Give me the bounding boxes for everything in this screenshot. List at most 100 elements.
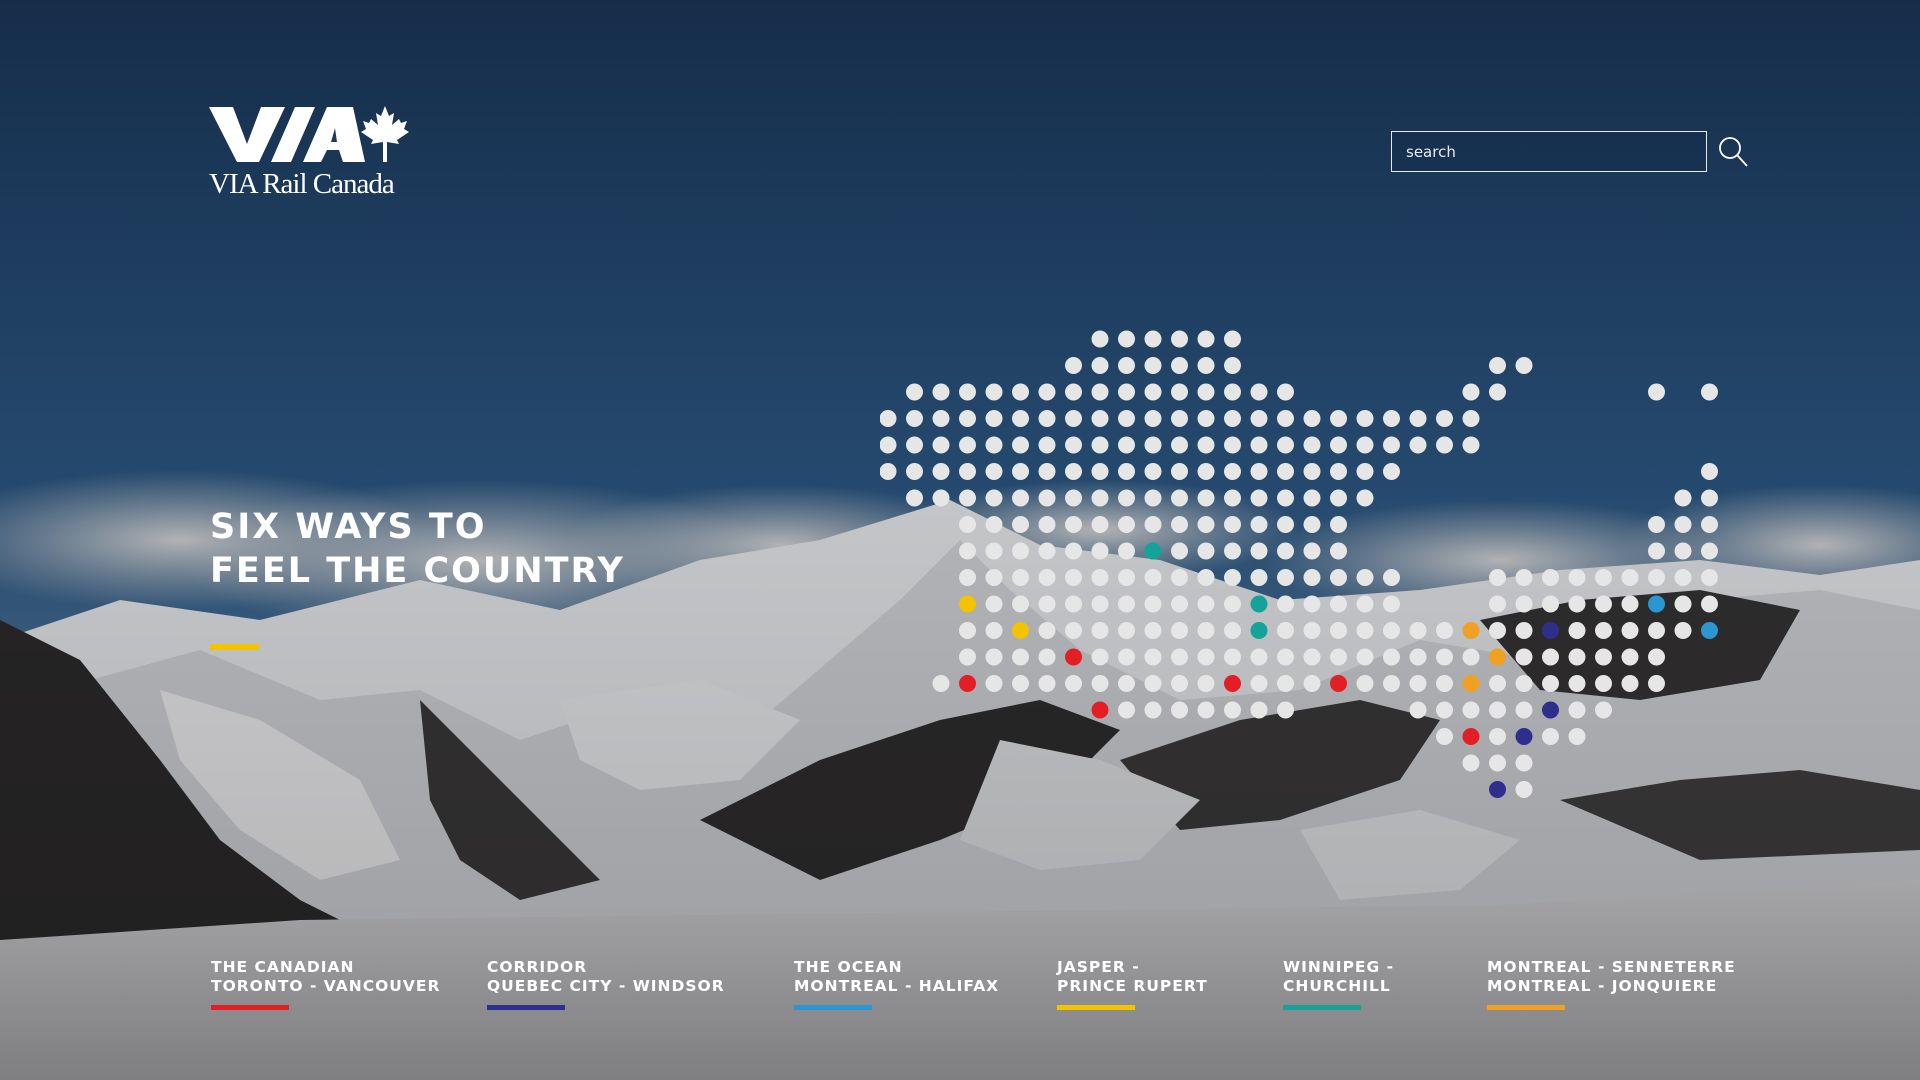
map-dot <box>1224 542 1241 560</box>
map-stop-dot <box>1701 622 1718 639</box>
map-dot <box>1568 648 1586 666</box>
map-dot <box>1277 463 1294 480</box>
map-dot <box>1118 701 1135 719</box>
map-dot <box>1542 595 1559 613</box>
map-dot <box>1038 410 1056 427</box>
map-dot <box>1038 489 1056 507</box>
map-dot <box>1144 436 1162 454</box>
route-winnipeg-churchill[interactable]: WINNIPEG - CHURCHILL <box>1283 958 1394 1010</box>
map-dot <box>1224 622 1241 639</box>
map-dot <box>1409 675 1427 692</box>
map-dot <box>1701 383 1718 401</box>
map-dot <box>1515 569 1533 586</box>
map-dot <box>1383 463 1400 480</box>
map-stop-dot <box>1012 622 1029 639</box>
map-dot <box>1595 595 1612 613</box>
map-dot <box>1012 436 1029 454</box>
map-dot <box>985 516 1003 533</box>
map-dot <box>1462 648 1480 666</box>
map-dot <box>1277 622 1294 639</box>
map-dot <box>1197 622 1215 639</box>
map-dot <box>1409 436 1427 454</box>
map-dot <box>1144 648 1162 666</box>
map-dot <box>1489 728 1506 745</box>
map-dot <box>1674 622 1692 639</box>
map-dot <box>1356 489 1374 507</box>
map-dot <box>1330 542 1347 560</box>
map-dot <box>1383 675 1400 692</box>
map-dot <box>1648 516 1665 533</box>
route-title: THE OCEAN <box>794 958 903 976</box>
map-dot <box>1595 701 1612 719</box>
map-dot <box>1515 675 1533 692</box>
map-dot <box>1197 542 1215 560</box>
map-dot <box>1383 436 1400 454</box>
map-dot <box>1568 569 1586 586</box>
map-dot <box>1144 569 1162 586</box>
map-dot <box>1277 701 1294 719</box>
via-rail-logo[interactable]: VIA Rail Canada <box>209 104 409 200</box>
map-dot <box>1171 357 1188 374</box>
route-subtitle: TORONTO - VANCOUVER <box>211 977 441 995</box>
map-dot <box>1542 569 1559 586</box>
map-dot <box>1144 675 1162 692</box>
route-the-canadian[interactable]: THE CANADIAN TORONTO - VANCOUVER <box>211 958 440 1010</box>
map-dot <box>1171 569 1188 586</box>
map-dot <box>932 436 950 454</box>
map-dot <box>985 648 1003 666</box>
map-dot <box>1012 516 1029 533</box>
map-dot <box>1515 781 1533 798</box>
map-dot <box>1303 410 1321 427</box>
map-dot <box>1489 622 1506 639</box>
hero-headline: SIX WAYS TO FEEL THE COUNTRY <box>210 505 625 593</box>
map-dot <box>1012 383 1029 401</box>
map-dot <box>1303 622 1321 639</box>
map-dot <box>1515 754 1533 772</box>
map-dot <box>1542 675 1559 692</box>
map-dot <box>1303 648 1321 666</box>
map-dot <box>1648 569 1665 586</box>
map-dot <box>1118 383 1135 401</box>
map-dot <box>1515 648 1533 666</box>
map-dot <box>959 622 976 639</box>
map-dot <box>1012 489 1029 507</box>
search-button[interactable] <box>1717 135 1749 169</box>
canada-dot-map <box>880 330 1718 798</box>
map-dot <box>1595 622 1612 639</box>
map-dot <box>1197 410 1215 427</box>
map-dot <box>1091 675 1109 692</box>
route-jasper-prince-rupert[interactable]: JASPER - PRINCE RUPERT <box>1057 958 1208 1010</box>
map-dot <box>1674 542 1692 560</box>
map-dot <box>1065 410 1082 427</box>
headline-accent-bar <box>210 644 259 650</box>
map-dot <box>1277 489 1294 507</box>
map-dot <box>1224 463 1241 480</box>
map-dot <box>1224 701 1241 719</box>
map-dot <box>1330 410 1347 427</box>
via-logo-mark-icon <box>209 106 409 162</box>
search-input[interactable] <box>1406 142 1692 161</box>
map-stop-dot <box>1462 728 1480 745</box>
map-dot <box>1171 330 1188 348</box>
route-the-ocean[interactable]: THE OCEAN MONTREAL - HALIFAX <box>794 958 999 1010</box>
map-dot <box>1356 595 1374 613</box>
route-montreal-senneterre-jonquiere[interactable]: MONTREAL - SENNETERRE MONTREAL - JONQUIE… <box>1487 958 1736 1010</box>
map-dot <box>985 436 1003 454</box>
map-dot <box>985 383 1003 401</box>
route-color-bar <box>1057 1005 1135 1010</box>
map-dot <box>1462 754 1480 772</box>
map-dot <box>1674 489 1692 507</box>
route-corridor[interactable]: CORRIDOR QUEBEC CITY - WINDSOR <box>487 958 725 1010</box>
map-dot <box>1065 383 1082 401</box>
map-dot <box>1595 569 1612 586</box>
map-dot <box>1250 516 1268 533</box>
route-color-bar <box>211 1005 289 1010</box>
map-dot <box>1462 410 1480 427</box>
hero-headline-line2: FEEL THE COUNTRY <box>210 551 625 591</box>
map-dot <box>959 569 976 586</box>
map-dot <box>1038 463 1056 480</box>
map-dot <box>1250 489 1268 507</box>
map-dot <box>1171 383 1188 401</box>
map-dot <box>932 410 950 427</box>
route-title: JASPER - <box>1057 958 1140 976</box>
